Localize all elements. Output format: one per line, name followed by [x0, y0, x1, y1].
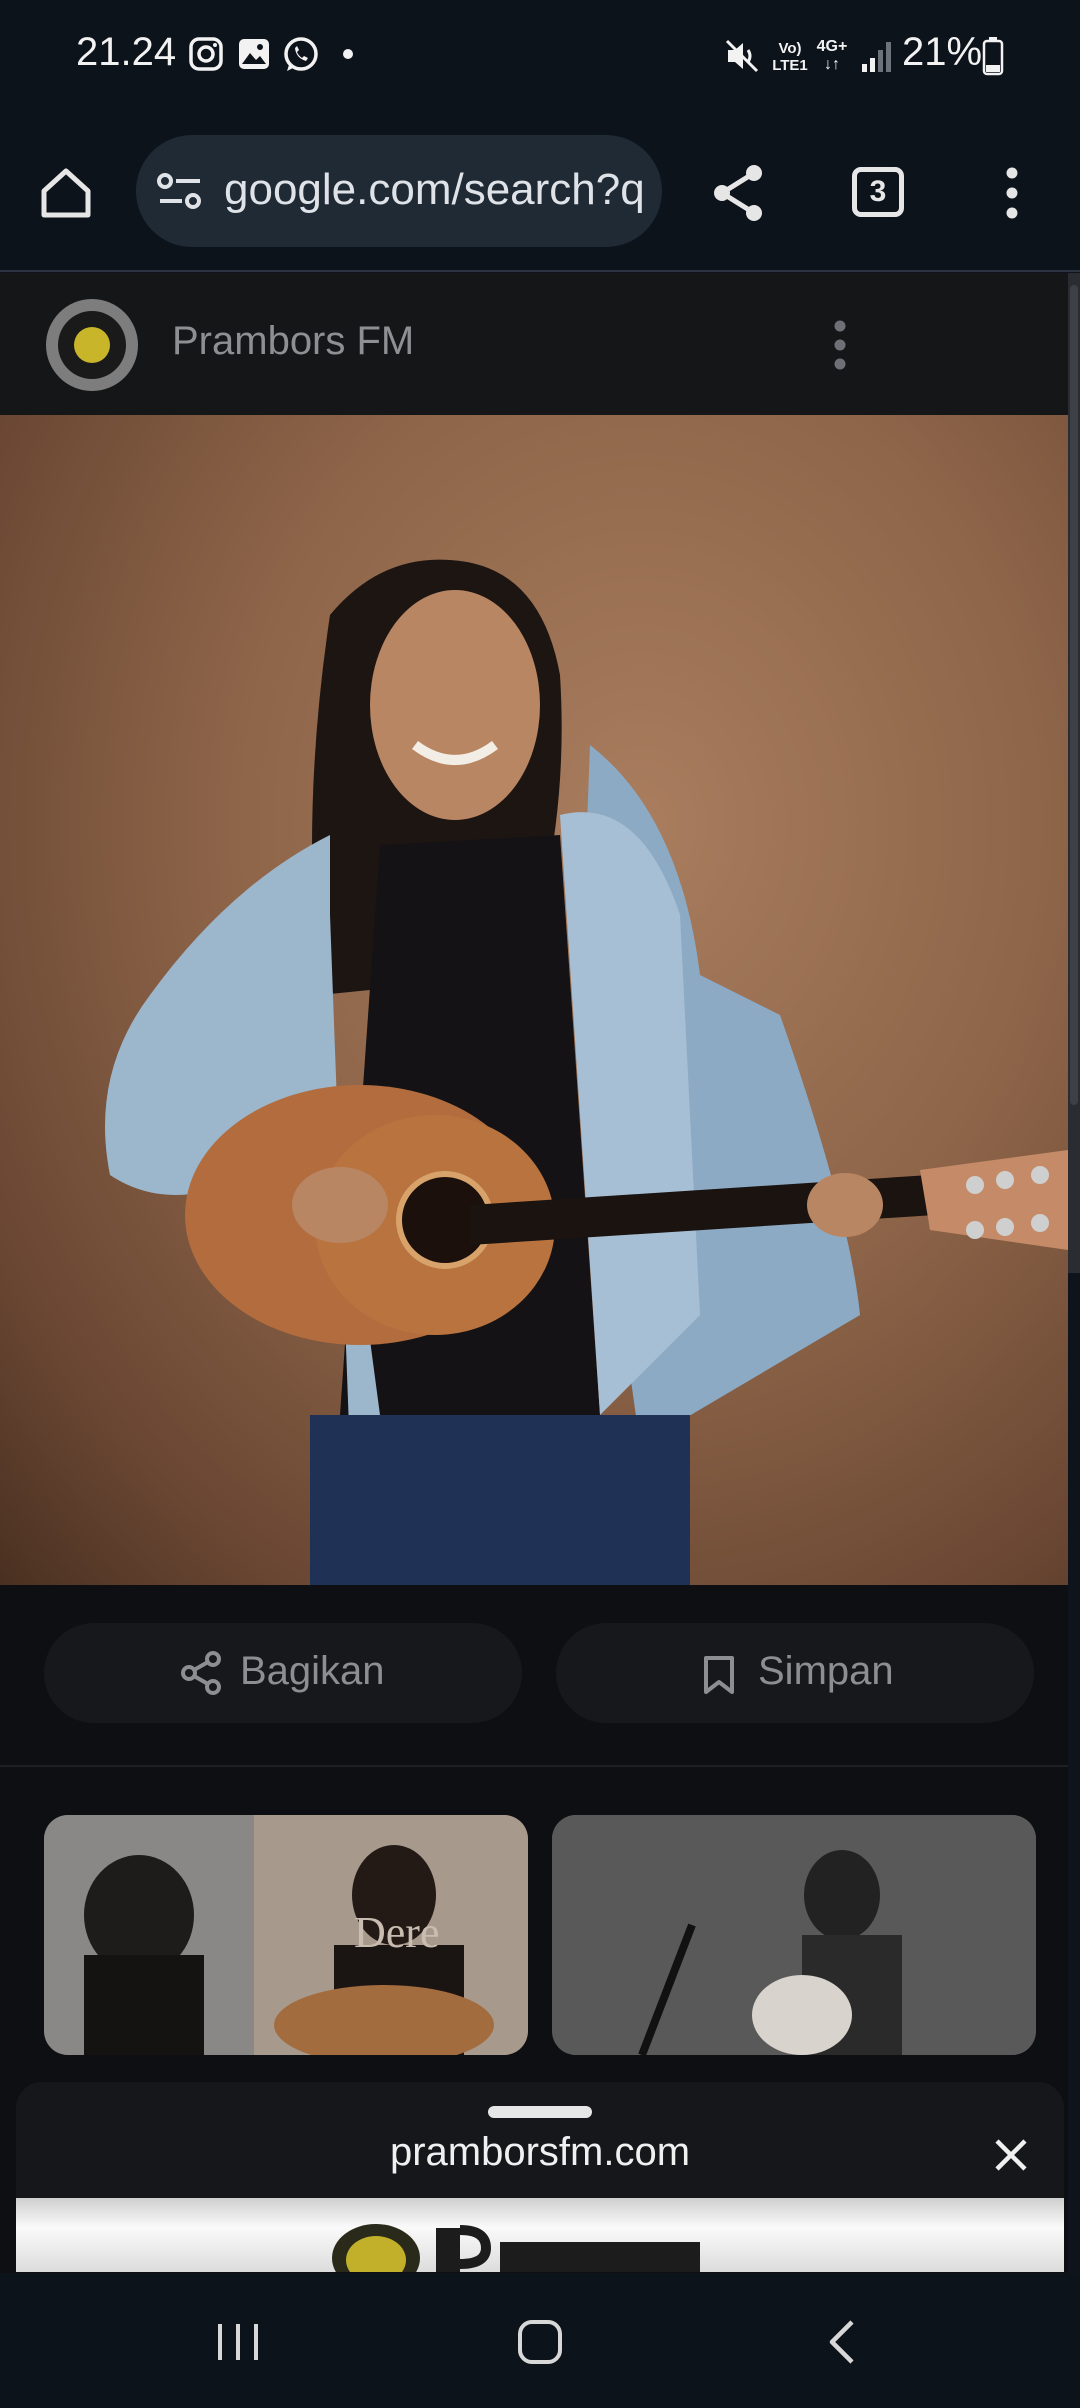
network-type-indicator: 4G+ ↓↑: [816, 38, 848, 73]
image-actions: Bagikan Simpan: [0, 1587, 1068, 1767]
prambors-logo: [332, 2224, 700, 2272]
close-icon[interactable]: [994, 2138, 1028, 2172]
musician-photo: [105, 559, 1068, 1585]
system-navigation-bar: [0, 2274, 1080, 2408]
thumbnail-overlay-text: Dere: [354, 1908, 440, 1957]
site-preview[interactable]: [16, 2198, 1064, 2272]
site-preview-sheet[interactable]: pramborsfm.com: [16, 2082, 1064, 2272]
share-icon[interactable]: [710, 163, 766, 223]
source-name[interactable]: Prambors FM: [172, 319, 414, 364]
volte-indicator: Vo) LTE1: [772, 40, 808, 74]
sheet-drag-handle[interactable]: [488, 2106, 592, 2118]
home-icon[interactable]: [38, 165, 94, 221]
signal-icon: [862, 42, 891, 72]
source-header[interactable]: Prambors FM: [0, 273, 1068, 415]
notification-dot-icon: [343, 49, 353, 59]
mute-icon: [725, 39, 759, 73]
site-settings-icon[interactable]: [156, 171, 206, 213]
instagram-icon: [189, 37, 223, 71]
share-label: Bagikan: [240, 1649, 385, 1693]
save-label: Simpan: [758, 1649, 894, 1693]
source-avatar[interactable]: [46, 299, 138, 391]
back-icon[interactable]: [826, 2318, 858, 2366]
battery-icon: [982, 37, 1004, 76]
status-time: 21.24: [76, 30, 177, 74]
save-button[interactable]: Simpan: [556, 1623, 1034, 1723]
address-bar[interactable]: google.com/search?q: [136, 135, 662, 247]
tab-switcher-button[interactable]: 3: [852, 167, 904, 217]
scrollbar-thumb[interactable]: [1070, 285, 1078, 1105]
more-options-icon[interactable]: [1000, 165, 1024, 221]
status-bar: 21.24 Vo) LTE1 4G+ ↓↑ 21%: [0, 0, 1080, 115]
source-menu-icon[interactable]: [830, 319, 850, 371]
sheet-domain[interactable]: pramborsfm.com: [16, 2130, 1064, 2175]
browser-toolbar: google.com/search?q 3: [0, 115, 1080, 272]
battery-percent: 21%: [902, 30, 983, 74]
bookmark-icon: [704, 1656, 734, 1694]
recent-apps-icon[interactable]: [214, 2320, 262, 2364]
url-text[interactable]: google.com/search?q: [224, 165, 645, 215]
share-button[interactable]: Bagikan: [44, 1623, 522, 1723]
related-thumbnail[interactable]: [552, 1815, 1036, 2055]
image-viewer: Prambors FM Bagikan Simpan Dere: [0, 273, 1068, 2273]
main-image[interactable]: [0, 415, 1068, 1585]
home-nav-icon[interactable]: [516, 2318, 564, 2366]
share-small-icon: [181, 1651, 221, 1695]
gallery-icon: [239, 39, 269, 69]
related-thumbnail[interactable]: Dere: [44, 1815, 528, 2055]
whatsapp-icon: [284, 37, 318, 71]
